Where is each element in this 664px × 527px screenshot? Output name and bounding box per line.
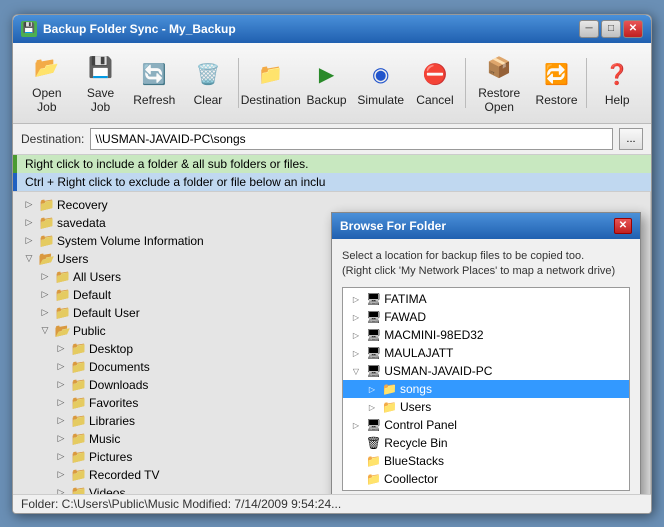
dialog-title-text: Browse For Folder xyxy=(340,219,446,233)
info-bar-blue: Ctrl + Right click to exclude a folder o… xyxy=(13,173,651,191)
refresh-icon: 🔄 xyxy=(138,59,170,91)
list-item[interactable]: ▷ 🖥 FATIMA xyxy=(343,290,629,308)
restore-open-icon: 📦 xyxy=(483,52,515,84)
expander-icon[interactable]: ▷ xyxy=(349,331,363,340)
dtree-item-label: Coollector xyxy=(384,472,438,486)
list-item[interactable]: ▽ 🖥 USMAN-JAVAID-PC xyxy=(343,362,629,380)
dialog-close-button[interactable]: ✕ xyxy=(614,218,632,234)
save-job-button[interactable]: 💾 Save Job xyxy=(75,47,127,119)
toolbar-sep-3 xyxy=(586,58,587,108)
window-controls: ─ □ ✕ xyxy=(579,20,643,38)
dialog-description: Select a location for backup files to be… xyxy=(342,249,630,280)
maximize-button[interactable]: □ xyxy=(601,20,621,38)
restore-icon: 🔁 xyxy=(541,59,573,91)
destination-label: Destination: xyxy=(21,132,84,146)
status-text: Folder: C:\Users\Public\Music Modified: … xyxy=(21,497,341,511)
computer-icon: 🖥 xyxy=(366,328,381,342)
help-icon: ❓ xyxy=(601,59,633,91)
folder-icon: 📁 xyxy=(366,472,381,486)
info-bar-blue-text: Ctrl + Right click to exclude a folder o… xyxy=(25,175,325,189)
dtree-item-label: MACMINI-98ED32 xyxy=(384,328,483,342)
app-icon: 💾 xyxy=(21,21,37,37)
clear-icon: 🗑️ xyxy=(192,59,224,91)
list-item[interactable]: ▷ 🖥 Control Panel xyxy=(343,416,629,434)
computer-icon: 🖥 xyxy=(366,346,381,360)
status-bar: Folder: C:\Users\Public\Music Modified: … xyxy=(13,494,651,513)
folder-icon: 📁 xyxy=(382,400,397,414)
dialog-overlay: Browse For Folder ✕ Select a location fo… xyxy=(13,192,651,494)
expander-icon[interactable]: ▷ xyxy=(365,403,379,412)
dialog-title-bar: Browse For Folder ✕ xyxy=(332,213,640,239)
destination-bar: Destination: ... xyxy=(13,124,651,155)
list-item[interactable]: ▷ 🖥 FAWAD xyxy=(343,308,629,326)
list-item[interactable]: ▷ 📁 songs xyxy=(343,380,629,398)
main-window: 💾 Backup Folder Sync - My_Backup ─ □ ✕ 📂… xyxy=(12,14,652,514)
backup-icon: ▶ xyxy=(311,59,343,91)
info-bar-green: Right click to include a folder & all su… xyxy=(13,155,651,173)
list-item[interactable]: 🗑 Recycle Bin xyxy=(343,434,629,452)
main-content: ▷ 📁 Recovery ▷ 📁 savedata ▷ 📁 System Vol… xyxy=(13,192,651,494)
cancel-button[interactable]: ⛔ Cancel xyxy=(409,54,461,112)
open-job-button[interactable]: 📂 Open Job xyxy=(21,47,73,119)
info-bars: Right click to include a folder & all su… xyxy=(13,155,651,192)
dtree-item-label: Recycle Bin xyxy=(384,436,447,450)
close-button[interactable]: ✕ xyxy=(623,20,643,38)
folder-icon: 📁 xyxy=(366,454,381,468)
open-job-icon: 📂 xyxy=(31,52,63,84)
dtree-item-label: songs xyxy=(400,382,432,396)
toolbar-sep-1 xyxy=(238,58,239,108)
list-item[interactable]: 📁 BlueStacks xyxy=(343,452,629,470)
dtree-item-label: MAULAJATT xyxy=(384,346,453,360)
dtree-item-label: FAWAD xyxy=(384,310,426,324)
toolbar: 📂 Open Job 💾 Save Job 🔄 Refresh 🗑️ Clear… xyxy=(13,43,651,124)
folder-icon: 🖥 xyxy=(366,418,381,432)
dtree-item-label: BlueStacks xyxy=(384,454,444,468)
cancel-icon: ⛔ xyxy=(419,59,451,91)
recycle-bin-icon: 🗑 xyxy=(366,436,381,450)
dtree-item-label: FATIMA xyxy=(384,292,426,306)
dialog-body: Select a location for backup files to be… xyxy=(332,239,640,494)
list-item[interactable]: 📁 Coollector xyxy=(343,470,629,488)
refresh-button[interactable]: 🔄 Refresh xyxy=(128,54,180,112)
dialog-tree[interactable]: ▷ 🖥 FATIMA ▷ 🖥 FAWAD ▷ 🖥 MACMINI- xyxy=(342,287,630,491)
simulate-button[interactable]: ◉ Simulate xyxy=(354,54,407,112)
simulate-icon: ◉ xyxy=(365,59,397,91)
toolbar-sep-2 xyxy=(465,58,466,108)
destination-icon: 📁 xyxy=(255,59,287,91)
minimize-button[interactable]: ─ xyxy=(579,20,599,38)
folder-icon: 📁 xyxy=(382,382,397,396)
restore-button[interactable]: 🔁 Restore xyxy=(531,54,583,112)
window-title: Backup Folder Sync - My_Backup xyxy=(43,22,579,36)
restore-open-button[interactable]: 📦 Restore Open xyxy=(470,47,529,119)
expander-icon[interactable]: ▷ xyxy=(349,421,363,430)
list-item[interactable]: ▷ 🖥 MAULAJATT xyxy=(343,344,629,362)
expander-icon[interactable]: ▷ xyxy=(365,385,379,394)
dtree-item-label: USMAN-JAVAID-PC xyxy=(384,364,492,378)
expander-icon[interactable]: ▽ xyxy=(349,367,363,376)
expander-icon[interactable]: ▷ xyxy=(349,295,363,304)
dtree-item-label: Users xyxy=(400,400,431,414)
computer-icon: 🖥 xyxy=(366,310,381,324)
computer-icon: 🖥 xyxy=(366,292,381,306)
info-bar-green-text: Right click to include a folder & all su… xyxy=(25,157,308,171)
title-bar: 💾 Backup Folder Sync - My_Backup ─ □ ✕ xyxy=(13,15,651,43)
destination-input[interactable] xyxy=(90,128,613,150)
browse-folder-dialog: Browse For Folder ✕ Select a location fo… xyxy=(331,212,641,494)
dtree-item-label: Control Panel xyxy=(384,418,457,432)
save-job-icon: 💾 xyxy=(85,52,117,84)
list-item[interactable]: ▷ 📁 Users xyxy=(343,398,629,416)
backup-button[interactable]: ▶ Backup xyxy=(301,54,353,112)
expander-icon[interactable]: ▷ xyxy=(349,313,363,322)
clear-button[interactable]: 🗑️ Clear xyxy=(182,54,234,112)
list-item[interactable]: ▷ 🖥 MACMINI-98ED32 xyxy=(343,326,629,344)
computer-icon: 🖥 xyxy=(366,364,381,378)
destination-browse-button[interactable]: ... xyxy=(619,128,643,150)
help-button[interactable]: ❓ Help xyxy=(591,54,643,112)
expander-icon[interactable]: ▷ xyxy=(349,349,363,358)
destination-button[interactable]: 📁 Destination xyxy=(243,54,299,112)
